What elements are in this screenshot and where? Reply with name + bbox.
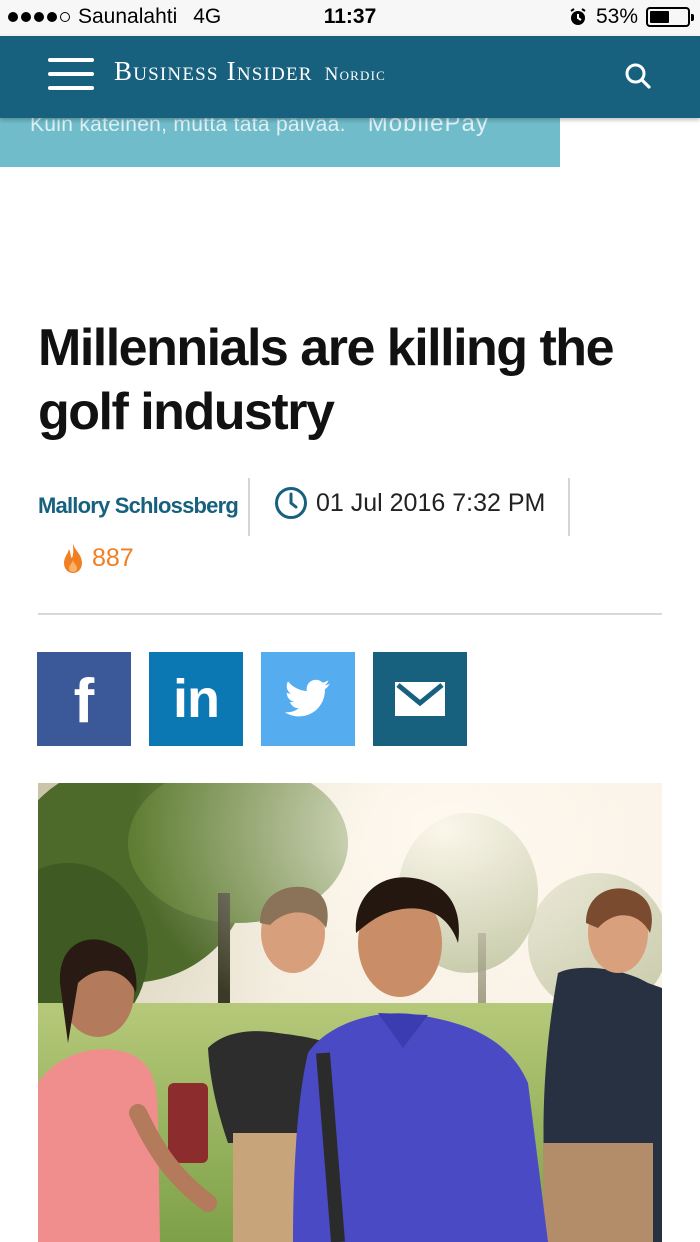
status-right: 53% (568, 5, 694, 29)
author-link[interactable]: Mallory Schlossberg (38, 493, 239, 519)
share-facebook-button[interactable]: f (37, 652, 131, 746)
golfers-photo (38, 783, 662, 1242)
flame-icon (64, 543, 82, 573)
brand-name: Business Insider (114, 56, 313, 86)
alarm-icon (570, 8, 586, 25)
publish-date-text: 01 Jul 2016 7:32 PM (316, 488, 546, 517)
article-meta: Mallory Schlossberg 01 Jul 2016 7:32 PM (38, 478, 658, 538)
hero-image (38, 783, 662, 1242)
status-bar: Saunalahti 4G 11:37 53% (0, 0, 700, 36)
clock-icon (275, 487, 307, 519)
brand-edition: Nordic (324, 64, 387, 85)
share-twitter-button[interactable] (261, 652, 355, 746)
meta-divider (248, 478, 250, 536)
linkedin-icon: in (173, 669, 220, 729)
article-headline: Millennials are killing the golf industr… (38, 319, 615, 441)
view-count-value: 887 (92, 543, 134, 572)
meta-divider (568, 478, 570, 536)
facebook-icon: f (73, 667, 95, 736)
site-header: Business Insider Nordic (0, 36, 700, 118)
mail-icon (395, 682, 445, 716)
brand-logo[interactable]: Business Insider Nordic (114, 56, 386, 87)
twitter-icon (284, 679, 331, 717)
view-count: 887 (62, 542, 134, 574)
menu-icon[interactable] (48, 56, 94, 94)
divider (38, 613, 662, 615)
publish-date: 01 Jul 2016 7:32 PM (274, 486, 545, 520)
share-email-button[interactable] (373, 652, 467, 746)
search-icon[interactable] (624, 62, 652, 90)
battery-icon (646, 7, 694, 27)
share-linkedin-button[interactable]: in (149, 652, 243, 746)
battery-percent: 53% (595, 5, 638, 28)
